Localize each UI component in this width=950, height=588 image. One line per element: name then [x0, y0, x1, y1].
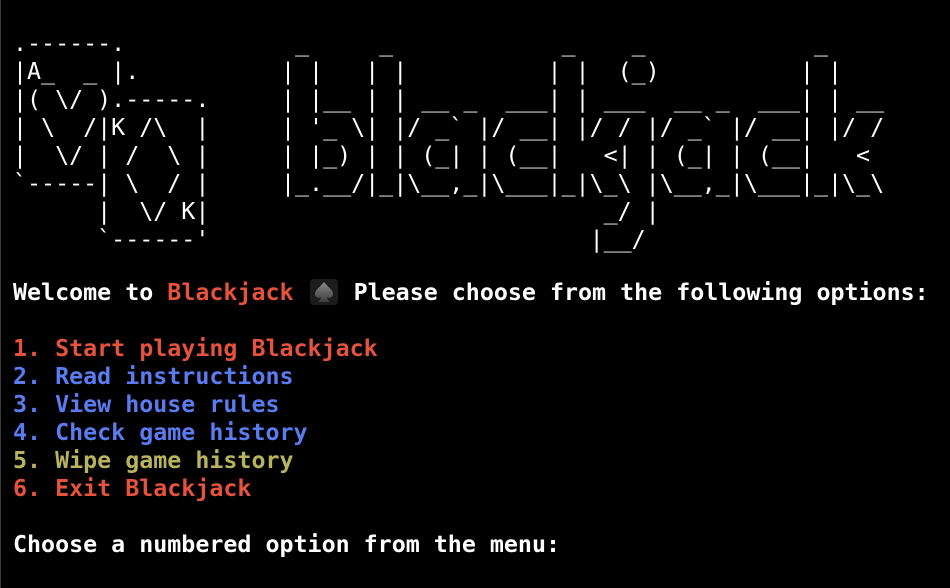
menu-option-wipe-history[interactable]: 5. Wipe game history [13, 447, 294, 475]
menu-option-game-history[interactable]: 4. Check game history [13, 419, 308, 447]
ascii-cards-art: .------. |A_ _ |. |( \/ ).-----. | \ /|K… [13, 30, 210, 253]
welcome-suffix: Please choose from the following options… [353, 279, 929, 306]
spade-icon [309, 279, 338, 305]
menu-option-house-rules[interactable]: 3. View house rules [13, 391, 280, 419]
terminal-window: .------. |A_ _ |. |( \/ ).-----. | \ /|K… [0, 0, 950, 588]
input-prompt[interactable]: Choose a numbered option from the menu: [13, 531, 560, 559]
welcome-brand: Blackjack [167, 279, 294, 306]
menu-option-start[interactable]: 1. Start playing Blackjack [13, 335, 378, 363]
ascii-blackjack-logo: _ _ _ _ _ | | | | | | (_) | | | |__ | | … [281, 30, 885, 253]
menu-option-exit[interactable]: 6. Exit Blackjack [13, 475, 251, 503]
menu-option-instructions[interactable]: 2. Read instructions [13, 363, 294, 391]
welcome-prefix: Welcome to [13, 279, 168, 306]
welcome-message: Welcome to Blackjack Please choose from … [13, 279, 929, 307]
